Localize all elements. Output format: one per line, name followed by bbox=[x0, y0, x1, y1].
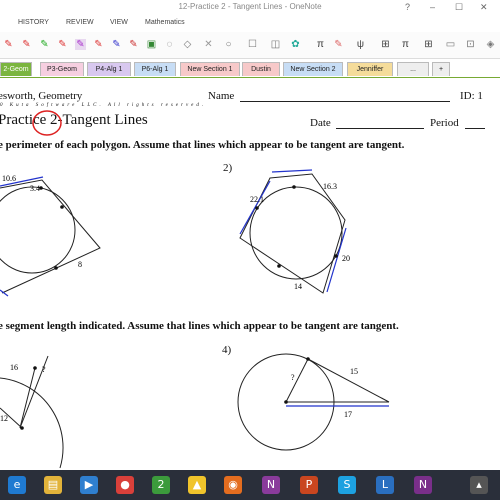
tab-new-section-1[interactable]: New Section 1 bbox=[180, 62, 240, 76]
close-button[interactable]: ✕ bbox=[480, 0, 488, 14]
p2-label-a: 22.1 bbox=[250, 195, 264, 204]
tab-add[interactable]: + bbox=[432, 62, 450, 76]
red-pen-icon[interactable]: ✎ bbox=[57, 39, 68, 50]
grid-icon[interactable]: ⊞ bbox=[380, 39, 391, 50]
firefox-icon[interactable]: ◉ bbox=[224, 476, 242, 494]
pi-menu-icon[interactable]: π bbox=[400, 39, 411, 50]
window-title: 12-Practice 2 - Tangent Lines - OneNote bbox=[178, 2, 322, 11]
minimize-button[interactable]: – bbox=[430, 0, 435, 14]
menu-review[interactable]: REVIEW bbox=[66, 19, 94, 26]
insert-icon[interactable]: ✿ bbox=[290, 39, 301, 50]
p3-label-b: ? bbox=[42, 365, 46, 374]
more-icon[interactable]: ⊡ bbox=[465, 39, 476, 50]
onenote-2-icon[interactable]: N bbox=[414, 476, 432, 494]
table-icon[interactable]: ⊞ bbox=[423, 39, 434, 50]
problem-3-figure bbox=[0, 355, 64, 469]
menu-view[interactable]: VIEW bbox=[110, 19, 128, 26]
powerpoint-icon[interactable]: P bbox=[300, 476, 318, 494]
tray-icon[interactable]: ▴ bbox=[470, 476, 488, 494]
red-pen-icon[interactable]: ✎ bbox=[21, 39, 32, 50]
tab-p6-alg1[interactable]: P6-Alg 1 bbox=[134, 62, 176, 76]
p4-label-b: 15 bbox=[350, 367, 358, 376]
lync-icon[interactable]: L bbox=[376, 476, 394, 494]
media-icon[interactable]: ▶ bbox=[80, 476, 98, 494]
p3-label-c: 12 bbox=[0, 414, 8, 423]
eraser-icon[interactable]: ✕ bbox=[203, 39, 214, 50]
overflow-icon[interactable]: ◈ bbox=[485, 39, 496, 50]
problem-4-figure bbox=[237, 353, 390, 451]
smart-notebook-icon[interactable]: 2 bbox=[152, 476, 170, 494]
restore-button[interactable]: ☐ bbox=[455, 0, 463, 14]
lasso-icon[interactable]: ◌ bbox=[164, 39, 175, 50]
shape-icon[interactable]: ◇ bbox=[182, 39, 193, 50]
red-pen-icon[interactable]: ✎ bbox=[3, 39, 14, 50]
problem-1-figure bbox=[0, 176, 101, 297]
help-button[interactable]: ? bbox=[405, 0, 410, 14]
title-bar: 12-Practice 2 - Tangent Lines - OneNote … bbox=[0, 0, 500, 14]
blue-pen-icon[interactable]: ✎ bbox=[111, 39, 122, 50]
section-tabs: 2-Geom P3-Geom P4-Alg 1 P6-Alg 1 New Sec… bbox=[0, 60, 500, 76]
ie-icon[interactable]: e bbox=[8, 476, 26, 494]
tab-jenniffer[interactable]: Jenniffer bbox=[347, 62, 393, 76]
google-drive-icon[interactable]: ▲ bbox=[188, 476, 206, 494]
p1-label-b: 3.4 bbox=[30, 184, 40, 193]
p4-label-a: ? bbox=[291, 373, 295, 382]
highlighter-icon[interactable]: ✎ bbox=[333, 39, 344, 50]
skype-icon[interactable]: S bbox=[338, 476, 356, 494]
tab-p3-geom[interactable]: P3-Geom bbox=[40, 62, 84, 76]
tab-dustin[interactable]: Dustin bbox=[242, 62, 280, 76]
p1-label-a: 10.6 bbox=[2, 174, 16, 183]
file-explorer-icon[interactable]: ▤ bbox=[44, 476, 62, 494]
p3-label-a: 16 bbox=[10, 363, 18, 372]
onenote-icon[interactable]: N bbox=[262, 476, 280, 494]
menu-mathematics[interactable]: Mathematics bbox=[145, 19, 185, 26]
note-icon[interactable]: ◫ bbox=[270, 39, 281, 50]
tab-overflow[interactable]: ... bbox=[397, 62, 429, 76]
circle-tool-icon[interactable]: ○ bbox=[223, 39, 234, 50]
tab-new-section-2[interactable]: New Section 2 bbox=[283, 62, 343, 76]
red-pen-icon[interactable]: ✎ bbox=[128, 39, 139, 50]
tab-2-geom[interactable]: 2-Geom bbox=[0, 62, 32, 76]
menu-history[interactable]: HISTORY bbox=[18, 19, 49, 26]
p1-label-c: 8 bbox=[78, 260, 82, 269]
math-icon[interactable]: ψ bbox=[355, 39, 366, 50]
p2-label-d: 14 bbox=[294, 282, 302, 291]
p4-label-c: 17 bbox=[344, 410, 352, 419]
red-pen-icon[interactable]: ✎ bbox=[93, 39, 104, 50]
red-annotation-circle bbox=[32, 110, 62, 136]
chrome-icon[interactable]: ● bbox=[116, 476, 134, 494]
tab-p4-alg1[interactable]: P4-Alg 1 bbox=[87, 62, 131, 76]
note-page[interactable]: esworth, Geometry 0 Kuta Software LLC. A… bbox=[0, 77, 500, 471]
pi-icon[interactable]: π bbox=[315, 39, 326, 50]
p2-label-c: 20 bbox=[342, 254, 350, 263]
p2-label-b: 16.3 bbox=[323, 182, 337, 191]
purple-highlighter-icon[interactable]: ✎ bbox=[75, 39, 86, 50]
ribbon-toolbar: ✎ ✎ ✎ ✎ ✎ ✎ ✎ ✎ ▣ ◌ ◇ ✕ ○ ☐ ◫ ✿ π ✎ ψ ⊞ … bbox=[0, 32, 500, 59]
green-pen-icon[interactable]: ✎ bbox=[39, 39, 50, 50]
image-icon[interactable]: ▣ bbox=[146, 39, 157, 50]
problem-figures: 10.6 3.4 8 22.1 16.3 20 14 16 ? 12 ? 15 … bbox=[0, 110, 390, 469]
taskbar: e ▤ ▶ ● 2 ▲ ◉ N P S L N ▴ bbox=[0, 470, 500, 500]
rectangle-tool-icon[interactable]: ☐ bbox=[247, 39, 258, 50]
ribbon-tabs: HISTORY REVIEW VIEW Mathematics bbox=[0, 14, 500, 32]
image-insert-icon[interactable]: ▭ bbox=[445, 39, 456, 50]
